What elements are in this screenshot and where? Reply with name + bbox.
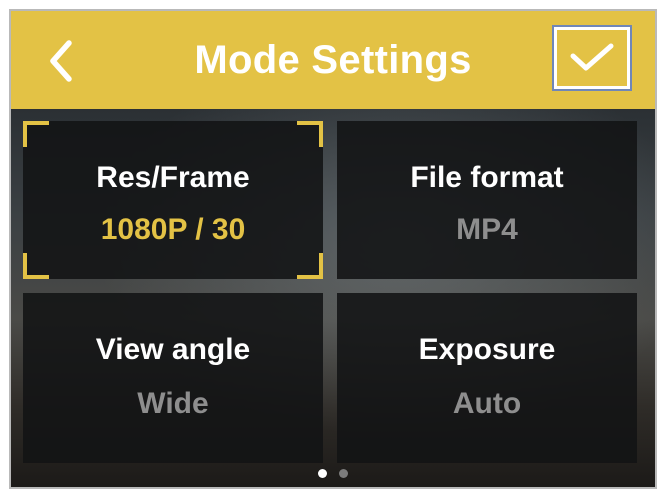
tile-label: Res/Frame — [96, 161, 250, 194]
confirm-button[interactable] — [552, 25, 632, 91]
tile-res-frame[interactable]: Res/Frame 1080P / 30 — [23, 121, 323, 279]
tile-exposure[interactable]: Exposure Auto — [337, 293, 637, 463]
tile-value: 1080P / 30 — [100, 213, 246, 246]
tile-label: File format — [410, 161, 564, 194]
tile-label: Exposure — [418, 333, 556, 366]
page-indicator — [11, 465, 655, 478]
header-bar: Mode Settings — [11, 11, 655, 109]
selection-corner — [23, 253, 49, 279]
tile-value: MP4 — [456, 213, 518, 246]
selection-corner — [297, 121, 323, 147]
selection-corner — [297, 253, 323, 279]
tile-view-angle[interactable]: View angle Wide — [23, 293, 323, 463]
page-dot-1[interactable] — [318, 469, 327, 478]
tile-value: Auto — [452, 387, 522, 420]
selection-corner — [23, 121, 49, 147]
tile-file-format[interactable]: File format MP4 — [337, 121, 637, 279]
tile-value: Wide — [137, 387, 209, 420]
camera-screen: Mode Settings Res/Frame 1080P / 30 File … — [9, 9, 657, 489]
checkmark-icon — [570, 43, 614, 71]
tile-label: View angle — [95, 333, 251, 366]
page-dot-2[interactable] — [339, 469, 348, 478]
